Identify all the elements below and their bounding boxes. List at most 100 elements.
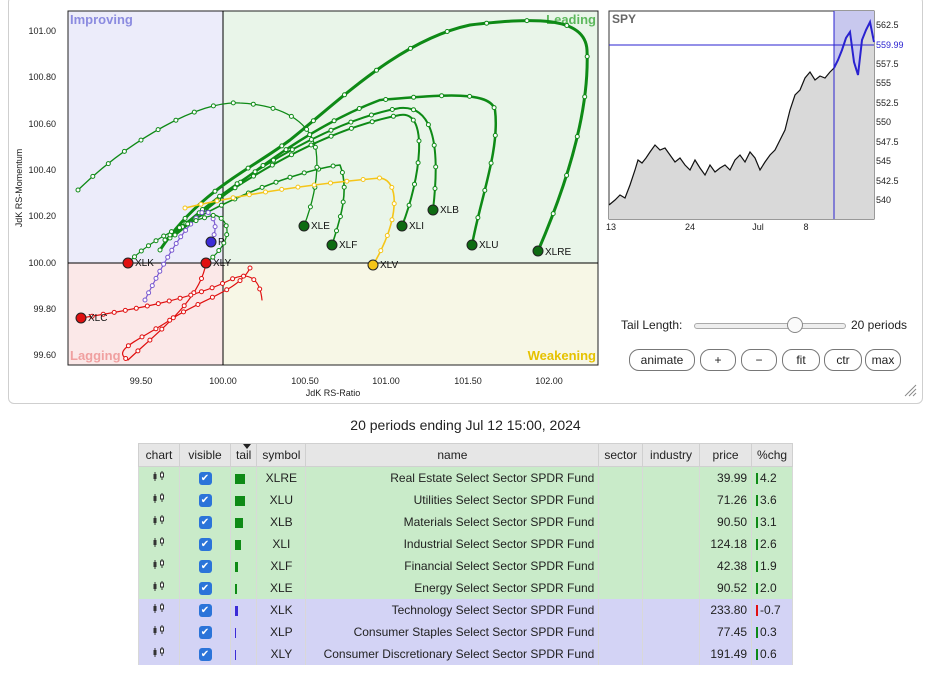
- candlestick-icon[interactable]: [152, 493, 166, 504]
- header-price[interactable]: price: [699, 443, 753, 467]
- tail-length-slider[interactable]: [694, 323, 846, 329]
- chart-cell[interactable]: [138, 555, 180, 577]
- checkbox-checked-icon[interactable]: ✔: [198, 626, 212, 640]
- checkbox-checked-icon[interactable]: ✔: [198, 560, 212, 574]
- head-xlu[interactable]: [466, 239, 478, 251]
- candlestick-icon[interactable]: [152, 603, 166, 614]
- candlestick-icon[interactable]: [152, 559, 166, 570]
- visible-cell[interactable]: ✔: [179, 489, 231, 511]
- symbol-cell: XLRE: [256, 466, 307, 489]
- head-xlf[interactable]: [326, 239, 338, 251]
- chart-cell[interactable]: [138, 577, 180, 599]
- y-tick-label: 101.00: [28, 26, 56, 36]
- tail-length-bar: [235, 517, 243, 528]
- head-xlp[interactable]: [205, 236, 217, 248]
- table-row[interactable]: ✔ XLY Consumer Discretionary Select Sector…: [138, 643, 794, 665]
- resize-handle-icon[interactable]: [903, 383, 917, 397]
- chart-cell[interactable]: [138, 533, 180, 555]
- center-button[interactable]: ctr: [824, 349, 862, 371]
- checkbox-checked-icon[interactable]: ✔: [198, 648, 212, 662]
- header-tail[interactable]: tail: [229, 443, 258, 467]
- head-xlv[interactable]: [367, 259, 379, 271]
- visible-cell[interactable]: ✔: [179, 555, 231, 577]
- head-xlc[interactable]: [75, 312, 87, 324]
- tail-point: [111, 309, 117, 315]
- table-row[interactable]: ✔ XLI Industrial Select Sector SPDR Fund 12…: [138, 533, 794, 555]
- chart-cell[interactable]: [138, 643, 180, 665]
- header-symbol[interactable]: symbol: [256, 443, 307, 467]
- animate-button[interactable]: animate: [629, 349, 695, 371]
- tail-point: [410, 117, 416, 123]
- checkbox-checked-icon[interactable]: ✔: [198, 494, 212, 508]
- sector-cell: [598, 511, 644, 533]
- visible-cell[interactable]: ✔: [179, 599, 231, 621]
- candlestick-icon[interactable]: [152, 537, 166, 548]
- table-row[interactable]: ✔ XLP Consumer Staples Select Sector SPDR …: [138, 621, 794, 643]
- checkbox-checked-icon[interactable]: ✔: [198, 604, 212, 618]
- chart-cell[interactable]: [138, 621, 180, 643]
- head-xly[interactable]: [200, 257, 212, 269]
- checkbox-checked-icon[interactable]: ✔: [198, 516, 212, 530]
- tail-point: [415, 160, 421, 166]
- candlestick-icon[interactable]: [152, 581, 166, 592]
- checkbox-checked-icon[interactable]: ✔: [198, 582, 212, 596]
- header-chg[interactable]: %chg: [751, 443, 794, 467]
- table-row[interactable]: ✔ XLRE Real Estate Select Sector SPDR Fund…: [138, 466, 794, 489]
- header-visible[interactable]: visible: [179, 443, 231, 467]
- sector-cell: [598, 555, 644, 577]
- header-chart[interactable]: chart: [138, 443, 180, 467]
- tail-point: [279, 143, 285, 149]
- chart-cell[interactable]: [138, 489, 180, 511]
- visible-cell[interactable]: ✔: [179, 643, 231, 665]
- tail-length-slider-handle[interactable]: [787, 317, 803, 333]
- head-xli[interactable]: [396, 220, 408, 232]
- tail-point: [122, 307, 128, 313]
- tail-point: [246, 192, 252, 198]
- candlestick-icon[interactable]: [152, 471, 166, 482]
- max-button[interactable]: max: [865, 349, 901, 371]
- head-xle[interactable]: [298, 220, 310, 232]
- tail-point: [340, 199, 346, 205]
- header-industry[interactable]: industry: [642, 443, 701, 467]
- header-sector[interactable]: sector: [598, 443, 644, 467]
- table-row[interactable]: ✔ XLE Energy Select Sector SPDR Fund 90.52 2…: [138, 577, 794, 599]
- name-cell: Financial Select Sector SPDR Fund: [305, 555, 600, 577]
- tail-cell: [229, 621, 258, 643]
- table-row[interactable]: ✔ XLB Materials Select Sector SPDR Fund 90.…: [138, 511, 794, 533]
- visible-cell[interactable]: ✔: [179, 577, 231, 599]
- chart-cell[interactable]: [138, 511, 180, 533]
- visible-cell[interactable]: ✔: [179, 511, 231, 533]
- candlestick-icon[interactable]: [152, 625, 166, 636]
- tail-point: [307, 204, 313, 210]
- visible-cell[interactable]: ✔: [179, 621, 231, 643]
- spy-chart[interactable]: SPY 562.5 559.99 557.5 555 552.5 550 547…: [600, 0, 920, 240]
- table-row[interactable]: ✔ XLF Financial Select Sector SPDR Fund 42.…: [138, 555, 794, 577]
- chart-cell[interactable]: [138, 466, 180, 489]
- chg-indicator-bar: [756, 517, 759, 529]
- candlestick-icon[interactable]: [152, 515, 166, 526]
- candlestick-icon[interactable]: [152, 647, 166, 658]
- tail-point: [224, 287, 230, 293]
- tail-point: [153, 238, 159, 244]
- tail-cell: [229, 555, 258, 577]
- tail-point: [75, 187, 81, 193]
- y-tick-label: 100.20: [28, 211, 56, 221]
- head-xlb[interactable]: [427, 204, 439, 216]
- price-cell: 233.80: [699, 599, 753, 621]
- visible-cell[interactable]: ✔: [179, 533, 231, 555]
- fit-button[interactable]: fit: [782, 349, 820, 371]
- zoom-out-button[interactable]: −: [741, 349, 777, 371]
- table-row[interactable]: ✔ XLU Utilities Select Sector SPDR Fund 71.…: [138, 489, 794, 511]
- head-xlre[interactable]: [532, 245, 544, 257]
- checkbox-checked-icon[interactable]: ✔: [198, 472, 212, 486]
- header-name[interactable]: name: [305, 443, 600, 467]
- tail-point: [406, 202, 412, 208]
- checkbox-checked-icon[interactable]: ✔: [198, 538, 212, 552]
- zoom-in-button[interactable]: +: [700, 349, 736, 371]
- chart-cell[interactable]: [138, 599, 180, 621]
- visible-cell[interactable]: ✔: [179, 466, 231, 489]
- head-xlk[interactable]: [122, 257, 134, 269]
- table-row[interactable]: ✔ XLK Technology Select Sector SPDR Fund 23…: [138, 599, 794, 621]
- rrg-chart[interactable]: Improving Leading Lagging Weakening 101.…: [0, 0, 610, 405]
- tail-point: [188, 292, 194, 298]
